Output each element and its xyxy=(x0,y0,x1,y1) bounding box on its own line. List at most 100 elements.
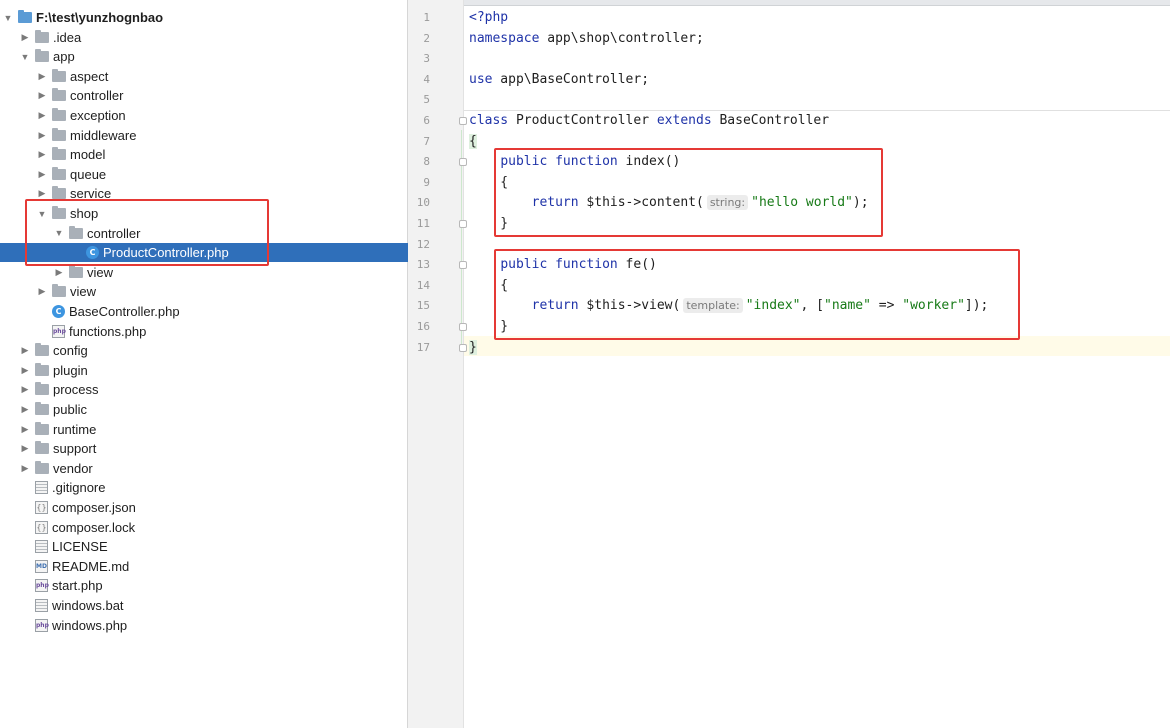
tree-item-config[interactable]: ▶ config xyxy=(0,341,408,360)
expand-arrow-closed-icon[interactable]: ▶ xyxy=(36,286,48,297)
tree-item-composer-lock[interactable]: {} composer.lock xyxy=(0,518,408,537)
line-number: 7 xyxy=(423,134,430,148)
tree-item-support[interactable]: ▶ support xyxy=(0,439,408,458)
line-number: 12 xyxy=(416,237,430,251)
fold-marker-icon[interactable] xyxy=(459,158,467,167)
tree-item-plugin[interactable]: ▶ plugin xyxy=(0,361,408,380)
tree-item-label: functions.php xyxy=(69,323,147,339)
tree-item-vendor[interactable]: ▶ vendor xyxy=(0,459,408,478)
tree-item-label: plugin xyxy=(53,362,88,378)
fold-marker-icon[interactable] xyxy=(459,117,467,125)
tree-item-queue[interactable]: ▶ queue xyxy=(0,165,408,184)
folder-icon xyxy=(35,362,49,376)
line-number: 13 xyxy=(416,258,430,272)
line-number: 16 xyxy=(416,320,430,333)
tree-item-label: support xyxy=(53,441,97,457)
expand-arrow-closed-icon[interactable]: ▶ xyxy=(19,463,31,474)
editor-tab-strip[interactable] xyxy=(408,0,1170,6)
expand-arrow-open-icon[interactable]: ▼ xyxy=(2,13,14,23)
code-line[interactable]: { xyxy=(469,132,477,152)
tree-item-label: view xyxy=(70,284,97,300)
code-keyword: class xyxy=(469,113,509,128)
folder-icon xyxy=(52,88,66,102)
tree-item-process[interactable]: ▶ process xyxy=(0,380,408,399)
expand-arrow-closed-icon[interactable]: ▶ xyxy=(19,404,31,415)
folder-icon xyxy=(35,343,49,357)
expand-arrow-closed-icon[interactable]: ▶ xyxy=(19,443,31,454)
matched-brace: { xyxy=(469,133,477,149)
tree-item-label: app xyxy=(53,49,75,65)
text-file-icon xyxy=(35,481,48,495)
tree-item-label: .idea xyxy=(53,29,82,45)
expand-arrow-closed-icon[interactable]: ▶ xyxy=(19,365,31,376)
line-number: 15 xyxy=(416,299,430,313)
text-file-icon xyxy=(35,599,48,612)
tree-item-label: LICENSE xyxy=(52,539,108,555)
markdown-file-icon: MD xyxy=(35,559,48,573)
expand-arrow-closed-icon[interactable]: ▶ xyxy=(19,384,31,395)
tree-item-label: composer.json xyxy=(52,500,136,515)
tree-item-idea[interactable]: ▶ .idea xyxy=(0,28,408,47)
expand-arrow-closed-icon[interactable]: ▶ xyxy=(36,110,48,121)
code-line[interactable]: class ProductController extends BaseCont… xyxy=(469,111,829,131)
tree-item-label: runtime xyxy=(53,421,97,437)
fold-marker-icon[interactable] xyxy=(459,220,467,228)
tree-item-readme-md[interactable]: MD README.md xyxy=(0,557,408,576)
expand-arrow-closed-icon[interactable]: ▶ xyxy=(36,71,48,82)
tree-item-runtime[interactable]: ▶ runtime xyxy=(0,420,408,439)
code-line[interactable]: namespace app\shop\controller; xyxy=(469,29,704,49)
tree-item-label: exception xyxy=(70,108,126,123)
json-file-icon: {} xyxy=(35,520,48,534)
tree-item-basecontroller-php[interactable]: C BaseController.php xyxy=(0,302,408,321)
php-file-icon: php xyxy=(35,618,49,632)
line-number: 2 xyxy=(423,31,430,45)
folder-icon xyxy=(35,441,49,455)
highlight-box-index-method xyxy=(494,148,883,237)
tree-item-start-php[interactable]: php start.php xyxy=(0,576,408,595)
fold-marker-icon[interactable] xyxy=(459,323,467,331)
tree-item-view[interactable]: ▶ view xyxy=(0,282,408,301)
tree-item-exception[interactable]: ▶ exception xyxy=(0,106,408,125)
tree-item-label: BaseController.php xyxy=(69,304,180,319)
tree-item-windows-php[interactable]: php windows.php xyxy=(0,616,408,635)
expand-arrow-closed-icon[interactable]: ▶ xyxy=(19,345,31,356)
tree-item-f-test-yunzhognbao[interactable]: ▼ F:\test\yunzhognbao xyxy=(0,8,408,27)
line-number: 10 xyxy=(416,196,430,210)
expand-arrow-closed-icon[interactable]: ▶ xyxy=(53,267,65,278)
tree-item-label: composer.lock xyxy=(52,519,136,535)
tree-item-gitignore[interactable]: .gitignore xyxy=(0,478,408,497)
tree-item-license[interactable]: LICENSE xyxy=(0,537,408,556)
tree-item-model[interactable]: ▶ model xyxy=(0,145,408,164)
code-class-name: ProductController xyxy=(515,113,650,128)
expand-arrow-closed-icon[interactable]: ▶ xyxy=(36,188,48,199)
tree-item-label: controller xyxy=(70,88,124,104)
expand-arrow-open-icon[interactable]: ▼ xyxy=(19,52,31,62)
php-class-icon: C xyxy=(52,305,65,318)
tree-item-public[interactable]: ▶ public xyxy=(0,400,408,419)
expand-arrow-closed-icon[interactable]: ▶ xyxy=(36,149,48,160)
code-keyword: extends xyxy=(656,113,712,128)
fold-marker-icon[interactable] xyxy=(459,261,467,270)
tree-item-windows-bat[interactable]: windows.bat xyxy=(0,596,408,615)
expand-arrow-closed-icon[interactable]: ▶ xyxy=(19,424,31,435)
code-line[interactable]: } xyxy=(469,338,477,358)
tree-item-middleware[interactable]: ▶ middleware xyxy=(0,126,408,145)
fold-marker-icon[interactable] xyxy=(459,343,467,352)
tree-item-aspect[interactable]: ▶ aspect xyxy=(0,67,408,86)
code-line[interactable]: <?php xyxy=(469,8,508,28)
expand-arrow-closed-icon[interactable]: ▶ xyxy=(36,90,48,101)
code-line[interactable]: use app\BaseController; xyxy=(469,70,649,90)
folder-icon xyxy=(35,460,49,474)
project-tree[interactable]: ▼ F:\test\yunzhognbao ▶ .idea ▼ app ▶ aspect ▶ co… xyxy=(0,0,408,728)
folder-icon xyxy=(52,108,66,121)
tree-item-composer-json[interactable]: {} composer.json xyxy=(0,498,408,517)
tree-item-label: start.php xyxy=(52,578,103,594)
expand-arrow-closed-icon[interactable]: ▶ xyxy=(19,32,31,43)
tree-item-functions-php[interactable]: php functions.php xyxy=(0,322,408,341)
tree-item-app[interactable]: ▼ app xyxy=(0,47,408,66)
tree-item-controller[interactable]: ▶ controller xyxy=(0,86,408,105)
expand-arrow-closed-icon[interactable]: ▶ xyxy=(36,130,48,141)
expand-arrow-closed-icon[interactable]: ▶ xyxy=(36,169,48,180)
code-keyword: <?php xyxy=(469,10,509,25)
